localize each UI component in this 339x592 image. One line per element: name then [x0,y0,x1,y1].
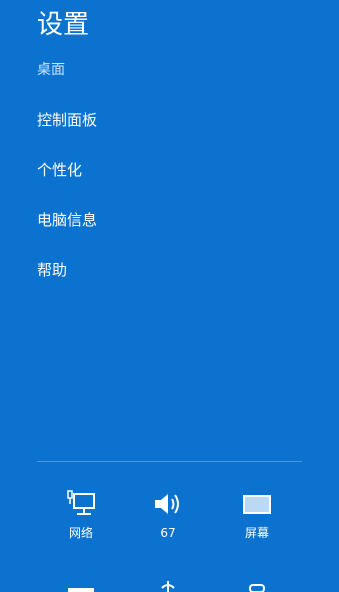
notifications-icon [68,588,94,592]
keyboard-icon [249,584,265,592]
network-button[interactable]: 网络 [51,490,111,541]
menu-item-personalization[interactable]: 个性化 [37,160,97,210]
menu-item-help[interactable]: 帮助 [37,260,97,310]
screen-label: 屏幕 [244,526,269,540]
volume-button[interactable]: 67 [138,490,198,541]
volume-level: 67 [160,526,176,540]
power-button[interactable] [138,578,198,592]
menu-item-pc-info[interactable]: 电脑信息 [37,210,97,260]
settings-charm-panel: 设置 桌面 控制面板 个性化 电脑信息 帮助 网络 67 屏幕 [0,0,339,592]
keyboard-button[interactable] [227,578,287,592]
volume-icon [155,494,179,514]
page-title: 设置 [37,10,90,40]
settings-menu: 控制面板 个性化 电脑信息 帮助 [37,110,97,310]
context-subtitle: 桌面 [37,62,65,78]
network-icon [67,490,95,515]
notifications-button[interactable] [51,578,111,592]
power-icon [161,581,175,592]
menu-item-control-panel[interactable]: 控制面板 [37,110,97,160]
screen-icon [243,495,271,514]
network-label: 网络 [68,526,93,540]
divider [37,461,302,462]
screen-button[interactable]: 屏幕 [227,490,287,541]
